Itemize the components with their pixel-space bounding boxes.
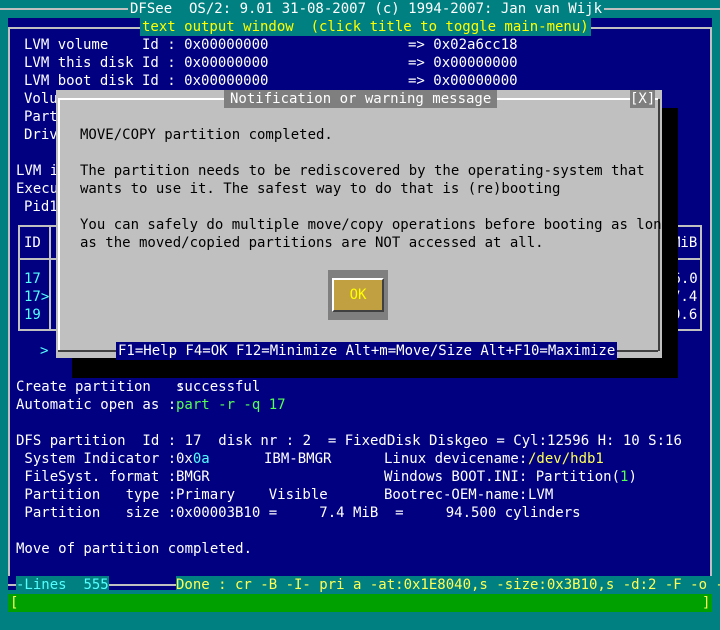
lvm-thisdisk-target: => 0x00000000 [408,55,518,71]
automatic-open-label: Automatic open as : [16,397,177,413]
fragment-execu: Execu [16,181,59,197]
row-selector-icon[interactable]: > [40,342,48,360]
lvm-volume-target: => 0x02a6cc18 [408,37,518,53]
lvm-thisdisk-line: LVM this disk Id : 0x00000000 [24,55,269,71]
dfs-partition-line: DFS partition Id : 17 disk nr : 2 = Fixe… [16,433,682,449]
lvm-bootdisk-target: => 0x00000000 [408,73,518,89]
create-partition-label: Create partition : [16,379,185,395]
dialog-line4: You can safely do multiple move/copy ope… [80,217,671,233]
linux-devicename-label: Linux devicename: [384,451,528,467]
ok-button-label: OK [332,278,384,312]
dialog-title[interactable]: Notification or warning message [224,90,498,108]
close-icon[interactable]: [X] [630,90,656,108]
window-subtitle[interactable]: text output window (click title to toggl… [140,18,591,36]
lvm-volume-line: LVM volume Id : 0x00000000 [24,37,269,53]
table-row-id[interactable]: 19 [24,306,41,324]
automatic-open-value: part -r -q 17 [176,397,286,413]
fragment-driv: Driv [24,127,58,143]
bootrec-oem-label: Bootrec-OEM-name: [384,487,528,503]
status-command: Done : cr -B -I- pri a -at:0x1E8040,s -s… [176,576,720,594]
partition-type-value: Primary Visible [176,487,328,503]
lvm-bootdisk-line: LVM boot disk Id : 0x00000000 [24,73,269,89]
bootrec-oem-value: LVM [528,487,554,503]
dialog-line5: as the moved/copied partitions are NOT a… [80,235,544,251]
linux-devicename-value: /dev/hdb1 [528,451,604,467]
filesystem-format-value: BMGR [176,469,210,485]
fragment-part: Part [24,109,58,125]
dialog-frame-left [58,99,60,351]
boot-ini-line: Windows BOOT.INI: Partition(1) [384,469,637,485]
table-row-id[interactable]: 17 [24,270,41,288]
dialog-line2: The partition needs to be rediscovered b… [80,163,645,179]
dialog-line1: MOVE/COPY partition completed. [80,127,333,143]
partition-size-value: 0x00003B10 = 7.4 MiB = 94.500 cylinders [176,505,581,521]
partition-size-label: Partition size : [16,505,177,521]
dialog-line3: wants to use it. The safest way to do th… [80,181,561,197]
table-header-id: ID [24,235,41,251]
table-row-id[interactable]: 17> [24,288,49,306]
create-partition-value: successful [176,379,261,395]
final-message: Move of partition completed. [16,541,253,557]
progress-bracket-left: [ [10,595,19,611]
fragment-lvmi: LVM i [16,163,59,179]
dialog-help-bar[interactable]: F1=Help F4=OK F12=Minimize Alt+m=Move/Si… [116,342,618,360]
frame-left [8,28,10,576]
window-title[interactable]: DFSee OS/2: 9.01 31-08-2007 (c) 1994-200… [128,0,605,18]
fragment-volu: Volu [24,91,58,107]
partition-type-label: Partition type : [16,487,177,503]
table-col-divider [49,227,51,329]
system-indicator-value: 0x0a [176,451,210,467]
notification-dialog: Notification or warning message [X] MOVE… [56,90,670,360]
progress-bar [8,594,712,612]
frame-right [710,28,712,576]
progress-bracket-right: ] [702,595,711,611]
status-lines-label: -Lines 555 [16,576,109,594]
system-indicator-label: System Indicator : [16,451,177,467]
filesystem-format-label: FileSyst. format : [16,469,177,485]
system-indicator-name: IBM-BMGR [264,451,332,467]
fragment-pid1: Pid1 [24,199,58,215]
ok-button[interactable]: OK [328,270,388,320]
